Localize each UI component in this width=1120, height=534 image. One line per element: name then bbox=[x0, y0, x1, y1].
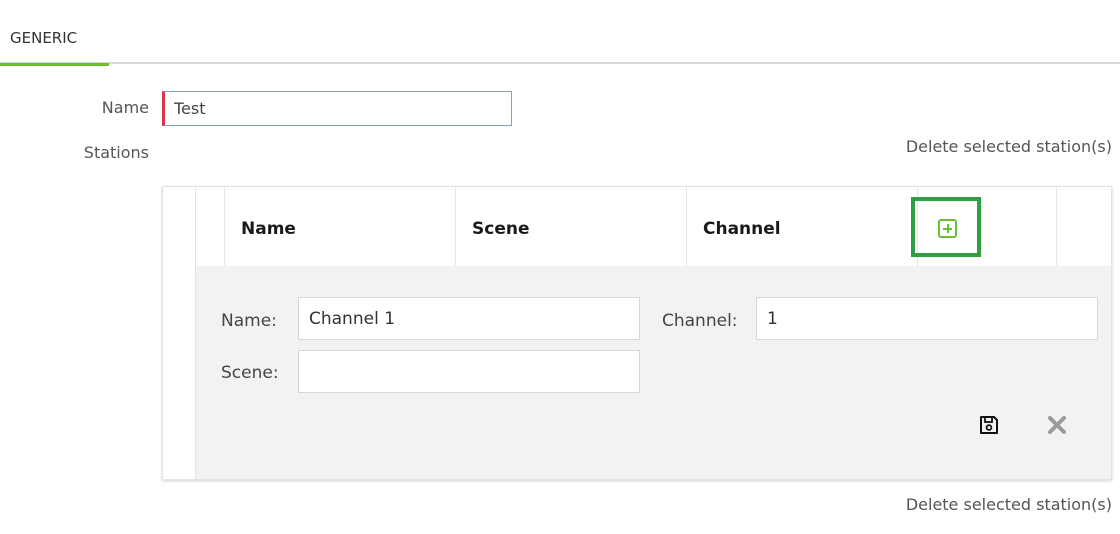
tab-bar: GENERIC bbox=[0, 0, 1120, 66]
stations-grid: Name Scene Channel Name: Channel: Scene: bbox=[162, 186, 1112, 480]
column-header-scene[interactable]: Scene bbox=[456, 187, 687, 266]
name-label: Name bbox=[101, 98, 149, 117]
tab-generic[interactable]: GENERIC bbox=[0, 0, 109, 66]
grid-selector-column bbox=[163, 187, 196, 479]
edit-channel-input[interactable] bbox=[756, 297, 1098, 340]
name-field[interactable] bbox=[162, 91, 512, 126]
delete-selected-stations-link-top[interactable]: Delete selected station(s) bbox=[906, 137, 1112, 156]
edit-channel-label: Channel: bbox=[662, 311, 738, 331]
edit-scene-input[interactable] bbox=[298, 350, 640, 393]
close-x-icon[interactable] bbox=[1046, 414, 1068, 436]
edit-scene-label: Scene: bbox=[221, 363, 279, 383]
column-header-name[interactable]: Name bbox=[225, 187, 456, 266]
column-header-channel[interactable]: Channel bbox=[687, 187, 918, 266]
delete-selected-stations-link-bottom[interactable]: Delete selected station(s) bbox=[906, 495, 1112, 514]
tab-generic-label: GENERIC bbox=[10, 29, 78, 47]
active-tab-indicator bbox=[0, 63, 109, 66]
edit-row-panel: Name: Channel: Scene: bbox=[196, 266, 1111, 479]
stations-label: Stations bbox=[83, 143, 149, 162]
edit-name-input[interactable] bbox=[298, 297, 640, 340]
column-header-actions bbox=[911, 187, 1057, 266]
grid-header-spacer bbox=[196, 187, 225, 266]
plus-square-icon[interactable] bbox=[938, 219, 957, 238]
floppy-disk-icon[interactable] bbox=[978, 414, 1000, 436]
edit-name-label: Name: bbox=[221, 311, 277, 331]
